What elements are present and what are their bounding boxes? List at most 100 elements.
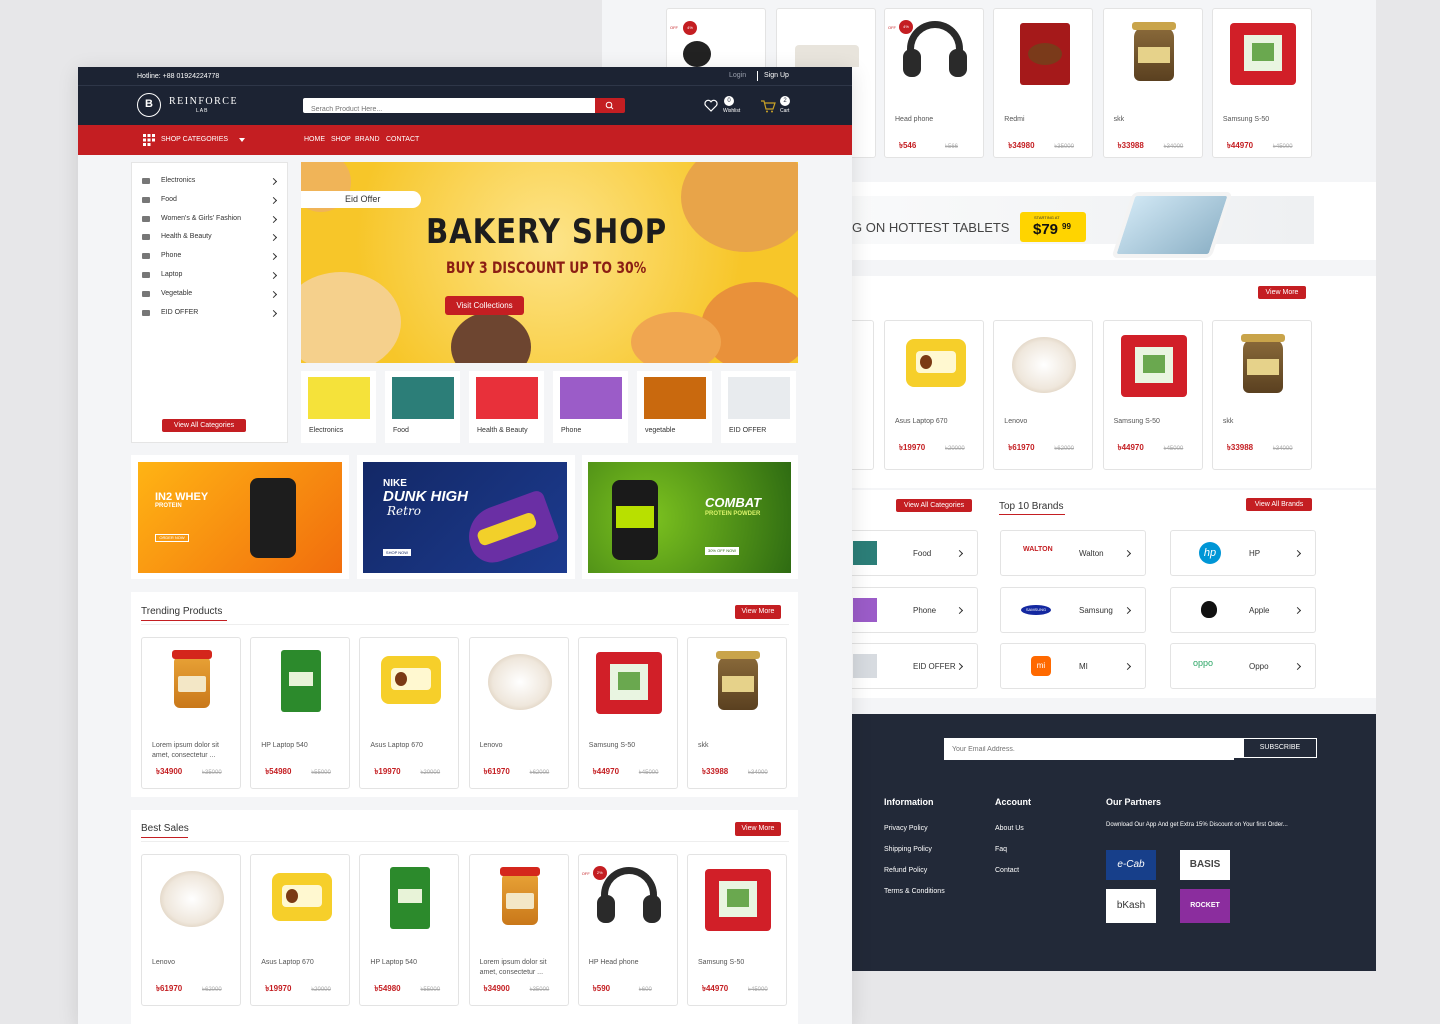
footer-link[interactable]: About Us — [995, 825, 1024, 832]
product-name[interactable]: Lorem ipsum dolor sit amet, consectetur … — [480, 958, 564, 978]
category-tile[interactable]: vegetable — [637, 371, 712, 443]
product-card[interactable]: Asus Laptop 670 ৳19970 ৳20000 — [359, 637, 460, 789]
brand-card[interactable]: WALTON Walton — [1000, 530, 1146, 576]
footer-link[interactable]: Privacy Policy — [884, 825, 928, 832]
footer-link[interactable]: Refund Policy — [884, 867, 927, 874]
product-card[interactable]: Samsung S-50 ৳44970 ৳45000 — [687, 854, 787, 1006]
search-input[interactable] — [303, 102, 563, 117]
product-name[interactable]: Samsung S-50 — [1114, 417, 1198, 427]
category-card[interactable]: Phone — [832, 587, 978, 633]
product-name[interactable]: Lenovo — [1004, 417, 1088, 427]
brand-name[interactable]: REINFORCE — [169, 96, 238, 107]
product-card[interactable]: Samsung S-50 ৳44970 ৳45000 — [577, 637, 678, 789]
nav-link-brand[interactable]: BRAND — [355, 136, 380, 143]
sidebar-item[interactable]: EID OFFER — [142, 307, 282, 321]
product-card[interactable]: HP Laptop 540 ৳54980 ৳55000 — [359, 854, 460, 1006]
cart-label: Cart — [780, 108, 790, 114]
wishlist-button[interactable] — [704, 99, 718, 117]
promo-banner[interactable]: IN2 WHEY PROTEIN ORDER NOW — [131, 455, 349, 579]
product-card[interactable]: Redmi ৳34980 ৳35000 — [993, 8, 1094, 158]
sidebar-item[interactable]: Vegetable — [142, 288, 282, 302]
shop-categories-dropdown[interactable]: SHOP CATEGORIES — [161, 136, 228, 143]
email-input[interactable] — [944, 739, 1234, 760]
category-tile[interactable]: Health & Beauty — [469, 371, 544, 443]
search-button[interactable] — [595, 98, 625, 113]
product-card[interactable]: Lorem ipsum dolor sit amet, consectetur … — [468, 854, 569, 1006]
sidebar-item[interactable]: Electronics — [142, 175, 282, 189]
product-card[interactable]: OFF 4% Head phone ৳546 ৳566 — [884, 8, 984, 158]
product-name[interactable]: skk — [698, 741, 782, 751]
visit-collections-button[interactable]: Visit Collections — [445, 296, 524, 315]
sidebar-item[interactable]: Laptop — [142, 269, 282, 283]
product-name[interactable]: HP Laptop 540 — [370, 958, 454, 968]
footer-link[interactable]: Terms & Conditions — [884, 888, 945, 895]
view-more-button[interactable]: View More — [1258, 286, 1306, 299]
sidebar-item[interactable]: Health & Beauty — [142, 231, 282, 245]
brand-card[interactable]: Apple — [1170, 587, 1316, 633]
product-image — [142, 855, 242, 945]
hero-banner[interactable]: Eid Offer BAKERY SHOP BUY 3 DISCOUNT UP … — [301, 162, 798, 363]
product-card[interactable]: Lenovo ৳61970 ৳62000 — [468, 637, 569, 789]
view-more-button[interactable]: View More — [735, 822, 781, 836]
brand-card[interactable]: SAMSUNG Samsung — [1000, 587, 1146, 633]
product-name[interactable]: Samsung S-50 — [589, 741, 673, 751]
product-name[interactable]: skk — [1223, 417, 1307, 427]
category-tile[interactable]: EID OFFER — [721, 371, 796, 443]
nav-link-home[interactable]: HOME — [304, 136, 325, 143]
product-name[interactable]: HP Laptop 540 — [261, 741, 345, 751]
product-name[interactable]: Lenovo — [480, 741, 564, 751]
category-tile[interactable]: Phone — [553, 371, 628, 443]
product-card[interactable]: skk ৳33988 ৳34000 — [1102, 8, 1203, 158]
product-old-price: ৳45000 — [748, 987, 768, 993]
promo-banner[interactable]: COMBAT PROTEIN POWDER 30% OFF NOW — [582, 455, 798, 579]
category-card[interactable]: Food — [832, 530, 978, 576]
product-card[interactable]: HP Laptop 540 ৳54980 ৳55000 — [250, 637, 351, 789]
product-card[interactable]: Samsung S-50 ৳44970 ৳45000 — [1211, 8, 1312, 158]
product-name[interactable]: Asus Laptop 670 — [370, 741, 454, 751]
product-card[interactable]: Lenovo ৳61970 ৳62000 — [141, 854, 241, 1006]
product-name[interactable]: HP Head phone — [589, 958, 673, 968]
sidebar-item[interactable]: Women's & Girls' Fashion — [142, 213, 282, 227]
sidebar-item[interactable]: Food — [142, 194, 282, 208]
product-card[interactable]: Asus Laptop 670 ৳19970 ৳20000 — [250, 854, 351, 1006]
footer-link[interactable]: Contact — [995, 867, 1019, 874]
product-card[interactable]: Samsung S-50 ৳44970 ৳45000 — [1102, 320, 1204, 470]
product-name[interactable]: skk — [1114, 115, 1198, 125]
nav-link-shop[interactable]: SHOP — [331, 136, 351, 143]
product-name[interactable]: Asus Laptop 670 — [895, 417, 979, 427]
promo-banner[interactable]: NIKE DUNK HIGH Retro SHOP NOW — [357, 455, 575, 579]
product-name[interactable]: Head phone — [895, 115, 979, 125]
sidebar-item[interactable]: Phone — [142, 250, 282, 264]
footer-link[interactable]: Shipping Policy — [884, 846, 932, 853]
product-name[interactable]: Asus Laptop 670 — [261, 958, 345, 968]
category-tile[interactable]: Food — [385, 371, 460, 443]
product-card[interactable]: Lenovo ৳61970 ৳62000 — [993, 320, 1094, 470]
signup-link[interactable]: Sign Up — [764, 72, 789, 79]
product-image — [1104, 321, 1204, 411]
logo-icon[interactable]: B — [137, 93, 161, 117]
login-link[interactable]: Login — [729, 72, 746, 79]
view-all-brands-button[interactable]: View All Brands — [1246, 498, 1312, 511]
nav-link-contact[interactable]: CONTACT — [386, 136, 419, 143]
brand-card[interactable]: oppo Oppo — [1170, 643, 1316, 689]
footer-link[interactable]: Faq — [995, 846, 1007, 853]
product-card[interactable]: Lorem ipsum dolor sit amet, consectetur … — [141, 637, 241, 789]
category-card[interactable]: EID OFFER — [832, 643, 978, 689]
brand-card[interactable]: mi MI — [1000, 643, 1146, 689]
view-all-categories-button[interactable]: View All Categories — [896, 499, 972, 512]
view-more-button[interactable]: View More — [735, 605, 781, 619]
product-name[interactable]: Samsung S-50 — [1223, 115, 1307, 125]
brand-card[interactable]: hp HP — [1170, 530, 1316, 576]
product-name[interactable]: Samsung S-50 — [698, 958, 782, 968]
view-all-categories-button[interactable]: View All Categories — [162, 419, 246, 432]
product-card[interactable]: OFF 2% HP Head phone ৳590 ৳600 — [577, 854, 678, 1006]
cart-button[interactable] — [760, 99, 776, 118]
product-card[interactable]: skk ৳33988 ৳34000 — [1211, 320, 1312, 470]
product-name[interactable]: Redmi — [1004, 115, 1088, 125]
subscribe-button[interactable]: SUBSCRIBE — [1243, 738, 1317, 758]
product-card[interactable]: Asus Laptop 670 ৳19970 ৳20000 — [884, 320, 984, 470]
category-tile[interactable]: Electronics — [301, 371, 376, 443]
product-name[interactable]: Lorem ipsum dolor sit amet, consectetur … — [152, 741, 236, 761]
product-card[interactable]: skk ৳33988 ৳34000 — [687, 637, 787, 789]
product-name[interactable]: Lenovo — [152, 958, 236, 968]
